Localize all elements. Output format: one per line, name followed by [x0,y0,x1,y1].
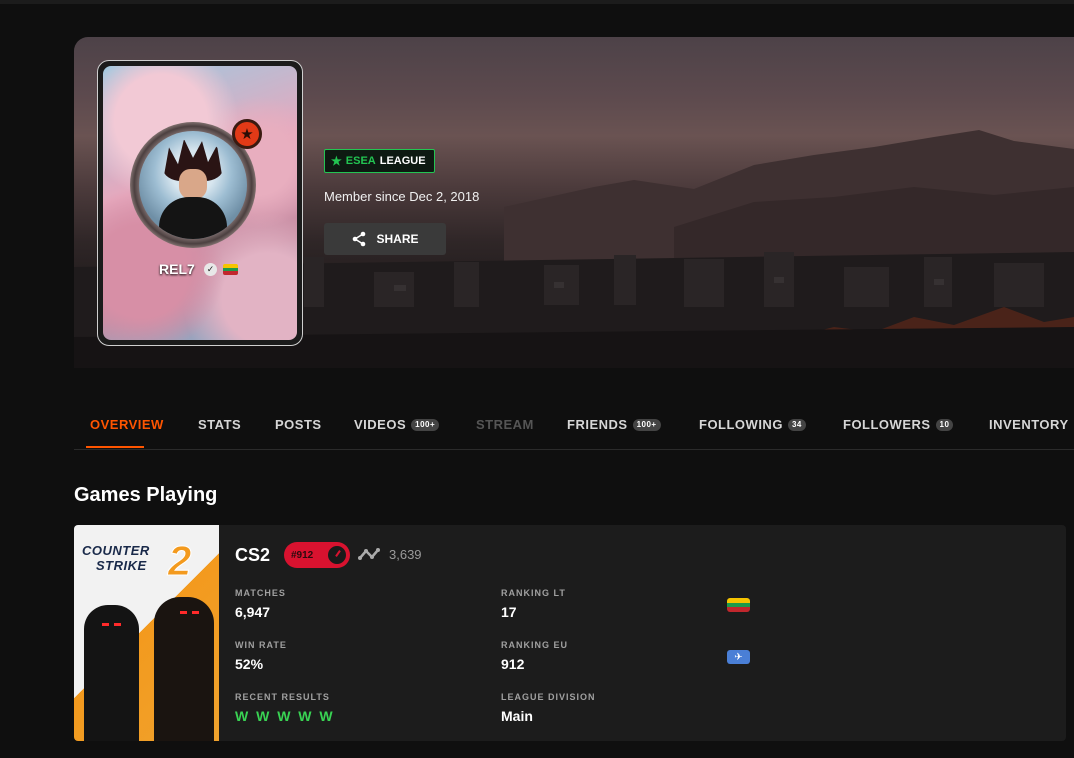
active-tab-indicator [86,446,144,448]
profile-tabs: OVERVIEW STATS POSTS VIDEOS 100+ STREAM F… [74,404,1074,450]
share-button[interactable]: SHARE [324,223,446,255]
matches-label: MATCHES [235,588,286,598]
share-label: SHARE [376,232,419,246]
elo-trend-icon [358,548,380,560]
profile-nickname: REL7 [159,261,195,277]
matches-value: 6,947 [235,604,271,620]
game-card-cs2[interactable]: COUNTER STRIKE 2 CS2 #912 3,639 MATCHES … [74,525,1066,741]
top-strip [0,0,1074,4]
share-icon [353,231,366,247]
game-name: CS2 [235,545,271,565]
ranking-eu-value[interactable]: 912 [501,656,524,672]
tab-inventory[interactable]: INVENTORY [989,417,1069,432]
member-since-text: Member since Dec 2, 2018 [324,189,480,204]
tab-videos[interactable]: VIDEOS 100+ [354,417,440,432]
recent-results-label: RECENT RESULTS [235,692,330,702]
league-division-value: Main [501,708,533,724]
esea-label: ESEA [345,155,376,167]
tab-followers[interactable]: FOLLOWERS 10 [843,417,954,432]
esea-league-badge[interactable]: ★ ESEA LEAGUE [324,149,435,173]
league-division-label: LEAGUE DIVISION [501,692,596,702]
soldier-figure [84,605,139,741]
elo-rank: #912 [291,549,314,561]
tab-following[interactable]: FOLLOWING 34 [699,417,806,432]
videos-count-badge: 100+ [411,418,440,431]
lithuania-flag-icon [223,264,238,275]
avatar [139,131,247,239]
rank-star-icon: ★ [232,119,262,149]
esea-star-icon: ★ [331,154,342,168]
lithuania-flag-icon [727,598,750,612]
games-playing-heading: Games Playing [74,484,218,506]
win-rate-value: 52% [235,656,264,672]
skill-gauge-icon [326,544,348,566]
tab-posts[interactable]: POSTS [275,417,322,432]
cover-number: 2 [167,537,192,585]
recent-results-value: W W W W W [235,708,335,724]
elo-value: 3,639 [389,547,422,562]
friends-count-badge: 100+ [632,418,661,431]
tab-stream: STREAM [476,417,534,432]
verified-icon: ✓ [204,263,217,276]
tab-overview[interactable]: OVERVIEW [90,417,164,432]
europe-region-icon: ✈ [727,650,750,664]
skill-level-badge: #912 [284,542,350,568]
tab-friends[interactable]: FRIENDS 100+ [567,417,661,432]
cs2-cover-image: COUNTER STRIKE 2 [74,525,219,741]
followers-count-badge: 10 [935,418,954,431]
ranking-eu-label: RANKING EU [501,640,569,650]
ranking-lt-value[interactable]: 17 [501,604,517,620]
tab-stats[interactable]: STATS [198,417,241,432]
cover-title: COUNTER STRIKE [82,543,150,573]
win-rate-label: WIN RATE [235,640,287,650]
soldier-figure [154,597,214,741]
following-count-badge: 34 [787,418,806,431]
league-label: LEAGUE [379,155,426,167]
ranking-lt-label: RANKING LT [501,588,566,598]
